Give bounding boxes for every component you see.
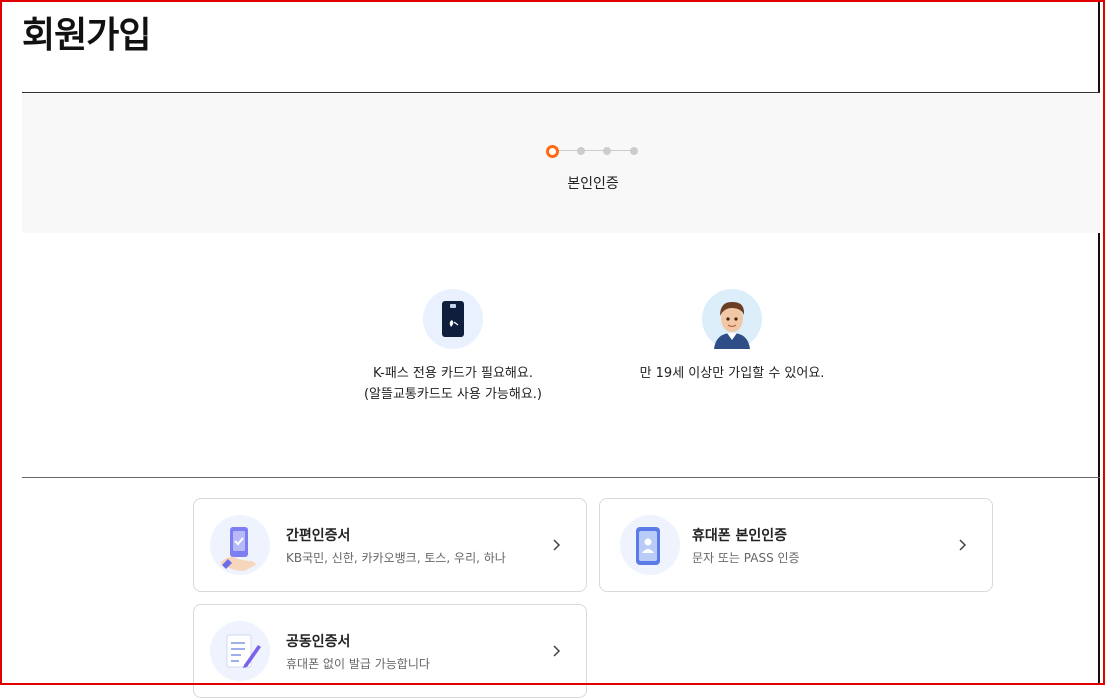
step-dot-2 bbox=[577, 147, 585, 155]
card-description: KB국민, 신한, 카카오뱅크, 토스, 우리, 하나 bbox=[286, 551, 506, 565]
card-title: 간편인증서 bbox=[286, 528, 351, 544]
mobile-verification-option[interactable]: 휴대폰 본인인증 문자 또는 PASS 인증 bbox=[599, 498, 993, 592]
chevron-right-icon bbox=[553, 539, 561, 551]
joint-certificate-icon bbox=[210, 621, 270, 681]
person-avatar-icon bbox=[702, 289, 762, 349]
mobile-phone-icon bbox=[620, 515, 680, 575]
step-dot-1 bbox=[546, 145, 559, 158]
chevron-right-icon bbox=[553, 645, 561, 657]
joint-certificate-option[interactable]: 공동인증서 휴대폰 없이 발급 가능합니다 bbox=[193, 604, 587, 698]
step-dot-4 bbox=[630, 147, 638, 155]
step-label: 본인인증 bbox=[567, 176, 619, 192]
info-age-requirement: 만 19세 이상만 가입할 수 있어요. bbox=[582, 289, 882, 384]
card-title: 공동인증서 bbox=[286, 634, 351, 650]
info-card-required: K-패스 전용 카드가 필요해요. (알뜰교통카드도 사용 가능해요.) bbox=[303, 289, 603, 405]
card-description: 문자 또는 PASS 인증 bbox=[692, 551, 800, 565]
section-divider bbox=[22, 477, 1100, 478]
step-dot-3 bbox=[603, 147, 611, 155]
card-description: 휴대폰 없이 발급 가능합니다 bbox=[286, 657, 430, 671]
step-label-wrap: 본인인증 bbox=[0, 173, 1105, 193]
info-line: 만 19세 이상만 가입할 수 있어요. bbox=[639, 366, 825, 381]
step-area bbox=[22, 93, 1100, 233]
simple-certificate-option[interactable]: 간편인증서 KB국민, 신한, 카카오뱅크, 토스, 우리, 하나 bbox=[193, 498, 587, 592]
card-icon bbox=[423, 289, 483, 349]
step-indicator bbox=[546, 145, 641, 158]
chevron-right-icon bbox=[959, 539, 967, 551]
info-line: (알뜰교통카드도 사용 가능해요.) bbox=[363, 387, 543, 402]
info-line: K-패스 전용 카드가 필요해요. bbox=[373, 366, 533, 381]
step-line bbox=[552, 150, 636, 151]
simple-certificate-icon bbox=[210, 515, 270, 575]
page-title: 회원가입 bbox=[22, 15, 151, 56]
card-title: 휴대폰 본인인증 bbox=[692, 528, 788, 544]
